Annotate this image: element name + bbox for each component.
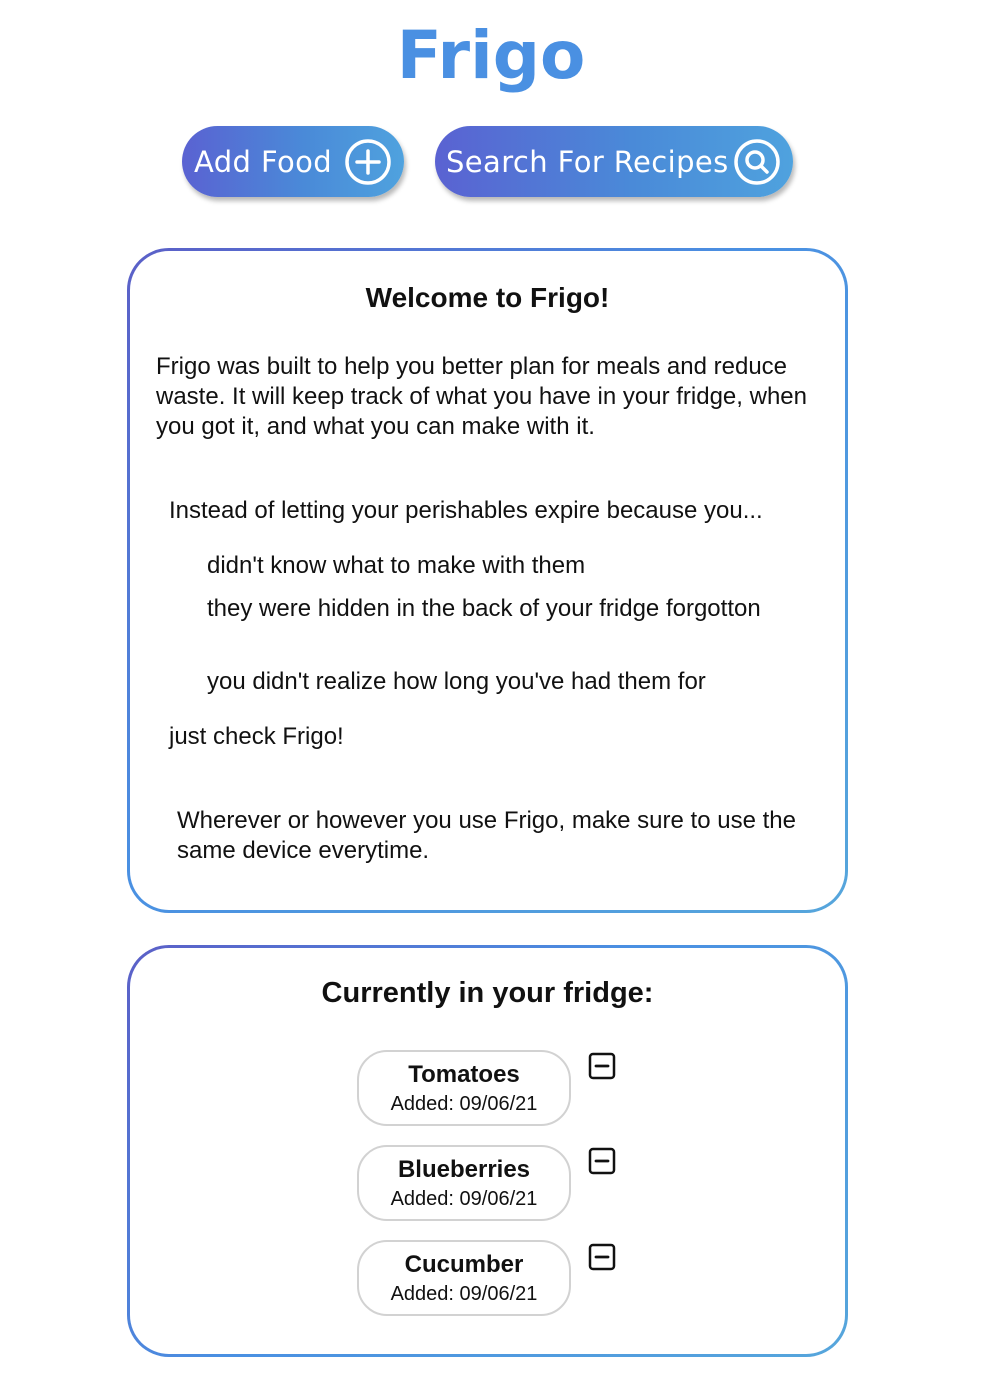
remove-item-icon[interactable]	[588, 1147, 616, 1175]
fridge-item-date: Added: 09/06/21	[390, 1188, 538, 1210]
fridge-item-name: Cucumber	[404, 1251, 524, 1278]
fridge-item-date: Added: 09/06/21	[390, 1283, 538, 1305]
add-food-label: Add Food	[194, 144, 333, 179]
reason-item: they were hidden in the back of your fri…	[207, 595, 761, 622]
fridge-item[interactable]: Blueberries Added: 09/06/21	[357, 1145, 571, 1221]
welcome-device-note: Wherever or however you use Frigo, make …	[177, 807, 796, 864]
welcome-card: Welcome to Frigo! Frigo was built to hel…	[127, 248, 848, 913]
fridge-item[interactable]: Cucumber Added: 09/06/21	[357, 1240, 571, 1316]
search-recipes-button[interactable]: Search For Recipes	[435, 126, 793, 197]
welcome-check: just check Frigo!	[169, 723, 344, 750]
fridge-item-name: Blueberries	[397, 1156, 531, 1183]
fridge-item[interactable]: Tomatoes Added: 09/06/21	[357, 1050, 571, 1126]
welcome-instead: Instead of letting your perishables expi…	[169, 497, 763, 524]
plus-circle-icon	[345, 139, 391, 185]
add-food-button[interactable]: Add Food	[182, 126, 404, 197]
welcome-intro: Frigo was built to help you better plan …	[156, 353, 807, 440]
reason-item: didn't know what to make with them	[207, 552, 586, 579]
fridge-item-date: Added: 09/06/21	[390, 1093, 538, 1115]
fridge-title: Currently in your fridge:	[321, 977, 654, 1009]
welcome-title: Welcome to Frigo!	[365, 282, 610, 313]
fridge-item-name: Tomatoes	[408, 1061, 520, 1088]
search-recipes-label: Search For Recipes	[446, 144, 729, 179]
remove-item-icon[interactable]	[588, 1052, 616, 1080]
app-title: Frigo	[396, 17, 586, 94]
search-icon	[734, 139, 780, 185]
remove-item-icon[interactable]	[588, 1243, 616, 1271]
reason-item: you didn't realize how long you've had t…	[207, 668, 706, 695]
